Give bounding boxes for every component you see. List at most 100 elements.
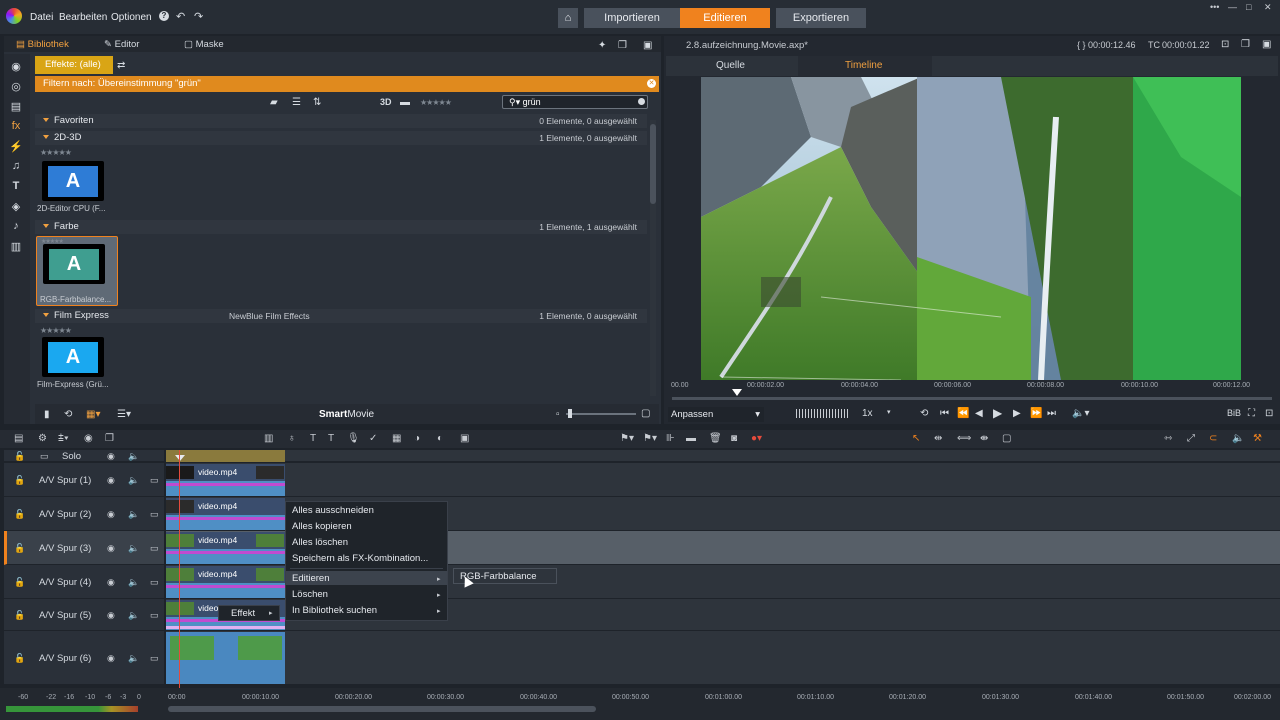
- video-clip-3[interactable]: video.mp4: [166, 532, 285, 564]
- select-tool-icon[interactable]: ↖: [912, 433, 920, 444]
- window-icon[interactable]: ❐: [618, 40, 627, 51]
- library-scroll-thumb[interactable]: [650, 124, 656, 204]
- tab-editor[interactable]: ✎ Editor: [104, 39, 139, 50]
- chevron-down-icon[interactable]: ▾: [887, 408, 891, 416]
- skip-start-icon[interactable]: ⏮: [940, 408, 949, 419]
- speaker-icon[interactable]: 🔈: [128, 610, 139, 621]
- minimize-icon[interactable]: —: [1228, 2, 1237, 12]
- effect-menu-label[interactable]: Effekt: [231, 608, 255, 619]
- rating-filter[interactable]: ★★★★★: [420, 98, 452, 107]
- track-header-2[interactable]: 🔓 A/V Spur (2) ◉ 🔈 ▭: [4, 497, 164, 531]
- menu-options[interactable]: Optionen: [111, 12, 152, 23]
- monitor-icon[interactable]: ▭: [150, 577, 159, 588]
- eye-icon[interactable]: ◉: [107, 509, 115, 520]
- video-clip-1[interactable]: video.mp4: [166, 464, 285, 496]
- check-icon[interactable]: ✓: [369, 433, 377, 444]
- track-header-3[interactable]: 🔓 A/V Spur (3) ◉ 🔈 ▭: [4, 531, 164, 565]
- tab-library[interactable]: ▤ Bibliothek: [16, 39, 69, 50]
- eye-icon[interactable]: ◉: [107, 475, 115, 486]
- edit-tool-icon[interactable]: ⚒: [1253, 433, 1262, 444]
- lock-icon[interactable]: 🔓: [14, 543, 25, 554]
- menu-cut-all[interactable]: Alles ausschneiden: [292, 505, 374, 516]
- edit-button[interactable]: Editieren: [680, 8, 770, 28]
- title-tool-icon[interactable]: T: [310, 433, 316, 444]
- popout-icon[interactable]: ❐: [1241, 39, 1250, 50]
- fullscreen-icon[interactable]: ⊡: [1265, 408, 1273, 419]
- snapshot-icon[interactable]: ⛶: [1248, 408, 1255, 419]
- lock-icon[interactable]: 🔓: [14, 653, 25, 664]
- category-favorites[interactable]: Favoriten 0 Elemente, 0 ausgewählt: [35, 114, 647, 128]
- music-icon[interactable]: ♫: [9, 160, 23, 172]
- record-icon[interactable]: ◉: [84, 433, 93, 444]
- speed-select[interactable]: 1x: [862, 408, 873, 419]
- menu-delete[interactable]: Löschen: [292, 589, 328, 600]
- screen-icon[interactable]: ▣: [460, 433, 469, 444]
- trash-icon[interactable]: 🗑: [709, 433, 722, 444]
- effect-thumb-film-express[interactable]: A Film-Express (Grü...: [36, 331, 118, 401]
- eye-icon[interactable]: ◉: [107, 543, 115, 554]
- playhead[interactable]: [179, 450, 180, 688]
- lock-icon[interactable]: 🔓: [14, 610, 25, 621]
- piano-icon[interactable]: ▥: [9, 240, 23, 253]
- search-clear-icon[interactable]: [638, 98, 645, 105]
- fx-icon[interactable]: fx: [9, 120, 23, 132]
- marker-out-icon[interactable]: ⚑▾: [643, 433, 657, 444]
- marker-in-icon[interactable]: ⚑▾: [620, 433, 634, 444]
- tab-source[interactable]: Quelle: [716, 60, 745, 71]
- sort-icon[interactable]: ⇅: [313, 97, 321, 108]
- audio-scrub-icon[interactable]: 🔈: [1232, 433, 1244, 444]
- home-button[interactable]: ⌂: [558, 8, 578, 28]
- eye-icon[interactable]: ◉: [107, 577, 115, 588]
- tag-add-icon[interactable]: ⇄: [117, 60, 125, 71]
- menu-copy-all[interactable]: Alles kopieren: [292, 521, 352, 532]
- tab-mask[interactable]: ▢ Maske: [184, 39, 224, 50]
- track-header-1[interactable]: 🔓 A/V Spur (1) ◉ 🔈 ▭: [4, 463, 164, 497]
- marker-icon[interactable]: ●▾: [751, 433, 762, 444]
- loop-icon[interactable]: ⟲: [920, 408, 928, 419]
- eye-icon[interactable]: ◉: [107, 610, 115, 621]
- export-button[interactable]: Exportieren: [776, 8, 866, 28]
- fit-icon[interactable]: ▢: [1002, 433, 1011, 444]
- details-view-icon[interactable]: ☰▾: [117, 409, 131, 420]
- split-icon[interactable]: ⊪: [666, 433, 675, 444]
- storyboard-icon[interactable]: ❐: [105, 433, 114, 444]
- skip-end-icon[interactable]: ⏭: [1047, 408, 1056, 419]
- settings-icon[interactable]: ⚙: [38, 433, 47, 444]
- ripple-icon[interactable]: ▬: [686, 433, 696, 444]
- speaker-icon[interactable]: 🔈: [128, 543, 139, 554]
- layout-icon[interactable]: ▣: [1262, 39, 1271, 50]
- step-back-icon[interactable]: ⏪: [957, 408, 969, 419]
- transition-icon[interactable]: ⚡: [9, 140, 23, 153]
- redo-icon[interactable]: ↷: [194, 10, 203, 23]
- text-tool-icon[interactable]: T: [328, 433, 334, 444]
- speaker-icon[interactable]: 🔈: [128, 509, 139, 520]
- refresh-icon[interactable]: ⟲: [64, 409, 72, 420]
- smartmovie-button[interactable]: SmartMovie: [319, 409, 374, 420]
- monitor-icon[interactable]: ▭: [150, 475, 159, 486]
- track-header-5[interactable]: 🔓 A/V Spur (5) ◉ 🔈 ▭: [4, 599, 164, 631]
- category-color[interactable]: Farbe 1 Elemente, 1 ausgewählt: [35, 220, 647, 234]
- speaker-icon[interactable]: 🔈: [128, 577, 139, 588]
- shuttle-control[interactable]: [796, 409, 850, 418]
- eye-icon[interactable]: ◉: [107, 653, 115, 664]
- undo-icon[interactable]: ↶: [176, 10, 185, 23]
- lock-icon[interactable]: 🔓: [14, 475, 25, 486]
- import-button[interactable]: Importieren: [584, 8, 680, 28]
- track-header-4[interactable]: 🔓 A/V Spur (4) ◉ 🔈 ▭: [4, 565, 164, 599]
- pip-button[interactable]: BiB: [1227, 408, 1241, 418]
- playhead-handle[interactable]: [175, 455, 185, 461]
- maximize-icon[interactable]: □: [1246, 2, 1251, 12]
- category-2d-3d[interactable]: 2D-3D 1 Elemente, 0 ausgewählt: [35, 131, 647, 145]
- tag-icon[interactable]: ▬: [400, 97, 410, 108]
- clear-filter-icon[interactable]: ✕: [647, 79, 656, 88]
- delete-icon[interactable]: ▮: [44, 409, 50, 420]
- play-icon[interactable]: ▶: [993, 406, 1002, 420]
- step-forward-icon[interactable]: ⏩: [1030, 408, 1042, 419]
- thumb-size-handle[interactable]: [568, 409, 572, 418]
- frame-forward-icon[interactable]: ▶: [1013, 408, 1021, 419]
- list-view-icon[interactable]: ☰: [292, 97, 301, 108]
- title-icon[interactable]: T: [9, 180, 23, 192]
- volume-icon[interactable]: 🔈▾: [1072, 408, 1089, 419]
- stabilize-icon[interactable]: ♁: [288, 433, 296, 444]
- lock-icon[interactable]: 🔓: [14, 577, 25, 588]
